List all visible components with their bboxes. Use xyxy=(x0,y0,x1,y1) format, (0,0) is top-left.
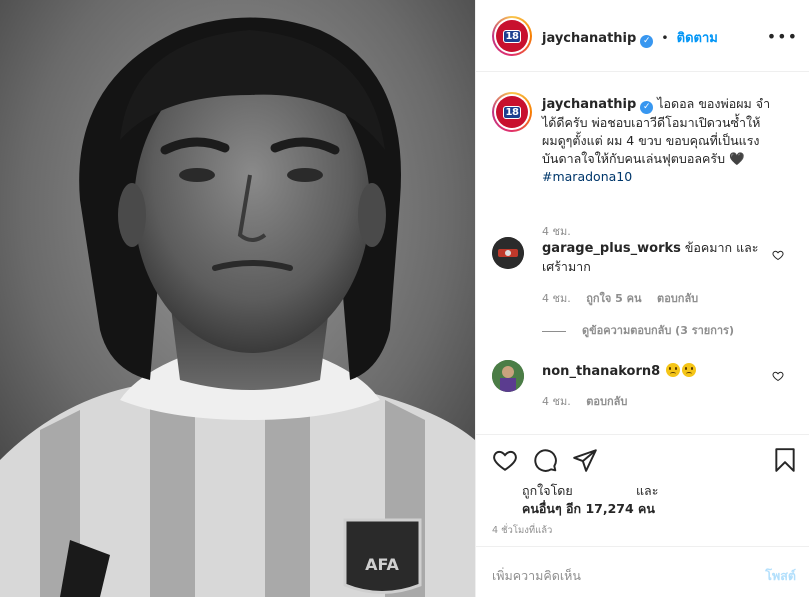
follow-button[interactable]: ติดตาม xyxy=(677,31,718,46)
comment-text: non_thanakorn8 xyxy=(542,362,774,381)
post-actions: ถูกใจโดย และ คนอื่นๆ อีก 17,274 คน 4 ชั่… xyxy=(476,434,809,546)
comment-username[interactable]: garage_plus_works xyxy=(542,241,681,256)
post-photo[interactable]: AFA xyxy=(0,0,475,597)
post-side-panel: 18 jaychanathip ✓ • ติดตาม ••• 18 jaycha… xyxy=(475,0,809,597)
separator-dot: • xyxy=(661,30,669,45)
likes-and: และ xyxy=(636,481,658,501)
commenter-avatar[interactable] xyxy=(492,360,524,392)
svg-text:AFA: AFA xyxy=(365,555,399,574)
caption-text: jaychanathip ✓ ไอดอล ของพ่อผม จำได้ดีครั… xyxy=(542,95,774,186)
likes-others-count[interactable]: คนอื่นๆ อีก 17,274 คน xyxy=(522,501,655,516)
comment-username[interactable]: non_thanakorn8 xyxy=(542,364,660,379)
replies-line-divider xyxy=(542,330,566,332)
hashtag-link[interactable]: #maradona10 xyxy=(542,169,632,184)
more-options-icon[interactable]: ••• xyxy=(767,27,798,46)
comments-scroll-area[interactable]: 18 jaychanathip ✓ ไอดอล ของพ่อผม จำได้ดี… xyxy=(476,72,809,434)
avatar-logo-text: 18 xyxy=(502,29,522,43)
commenter-avatar[interactable] xyxy=(492,237,524,269)
likes-others[interactable]: คนอื่นๆ อีก 17,274 คน xyxy=(522,499,655,519)
portrait-image: AFA xyxy=(0,0,475,597)
comment-icon[interactable] xyxy=(532,447,558,473)
likes-and-label: และ xyxy=(636,483,659,498)
likes-summary: ถูกใจโดย xyxy=(522,481,573,501)
verified-badge-icon: ✓ xyxy=(640,101,654,114)
caption-username[interactable]: jaychanathip xyxy=(542,97,636,112)
add-comment-bar: เพิ่มความคิดเห็น โพสต์ xyxy=(476,546,809,597)
author-username[interactable]: jaychanathip xyxy=(542,31,636,46)
comment-like-heart-icon[interactable] xyxy=(772,370,784,382)
post-comment-button[interactable]: โพสต์ xyxy=(765,566,796,586)
comment-item: non_thanakorn8 4 ชม. ตอบกลับ xyxy=(492,360,792,434)
sad-face-emoji-icon xyxy=(666,363,681,377)
send-icon[interactable] xyxy=(572,447,598,473)
verified-badge-icon: ✓ xyxy=(640,35,654,48)
caption-block: 18 jaychanathip ✓ ไอดอล ของพ่อผม จำได้ดี… xyxy=(492,92,792,242)
view-replies-button[interactable]: ดูข้อความตอบกลับ (3 รายการ) xyxy=(542,321,734,339)
comment-text: garage_plus_works ข้อคมาก และ เศร้ามาก xyxy=(542,239,774,276)
comment-item: garage_plus_works ข้อคมาก และ เศร้ามาก 4… xyxy=(492,237,792,347)
comment-meta: 4 ชม. ถูกใจ 5 คน ตอบกลับ xyxy=(542,289,710,307)
sad-face-emoji-icon xyxy=(682,363,697,377)
comment-reply-button[interactable]: ตอบกลับ xyxy=(586,395,627,408)
heart-icon[interactable] xyxy=(492,447,518,473)
view-replies-label: ดูข้อความตอบกลับ (3 รายการ) xyxy=(582,324,734,337)
comment-time[interactable]: 4 ชม. xyxy=(542,292,571,305)
bookmark-icon[interactable] xyxy=(772,447,798,473)
comment-input[interactable]: เพิ่มความคิดเห็น xyxy=(492,566,581,586)
post-timestamp[interactable]: 4 ชั่วโมงที่แล้ว xyxy=(492,523,552,538)
comment-meta: 4 ชม. ตอบกลับ xyxy=(542,392,639,410)
post-header: 18 jaychanathip ✓ • ติดตาม ••• xyxy=(476,0,809,72)
avatar-logo-text: 18 xyxy=(502,105,522,119)
comment-reply-button[interactable]: ตอบกลับ xyxy=(657,292,698,305)
comment-like-heart-icon[interactable] xyxy=(772,249,784,261)
comment-time[interactable]: 4 ชม. xyxy=(542,395,571,408)
caption-avatar[interactable]: 18 xyxy=(492,92,532,132)
author-avatar[interactable]: 18 xyxy=(492,16,532,56)
comment-likes-count[interactable]: ถูกใจ 5 คน xyxy=(586,292,641,305)
liked-by-label: ถูกใจโดย xyxy=(522,483,573,498)
